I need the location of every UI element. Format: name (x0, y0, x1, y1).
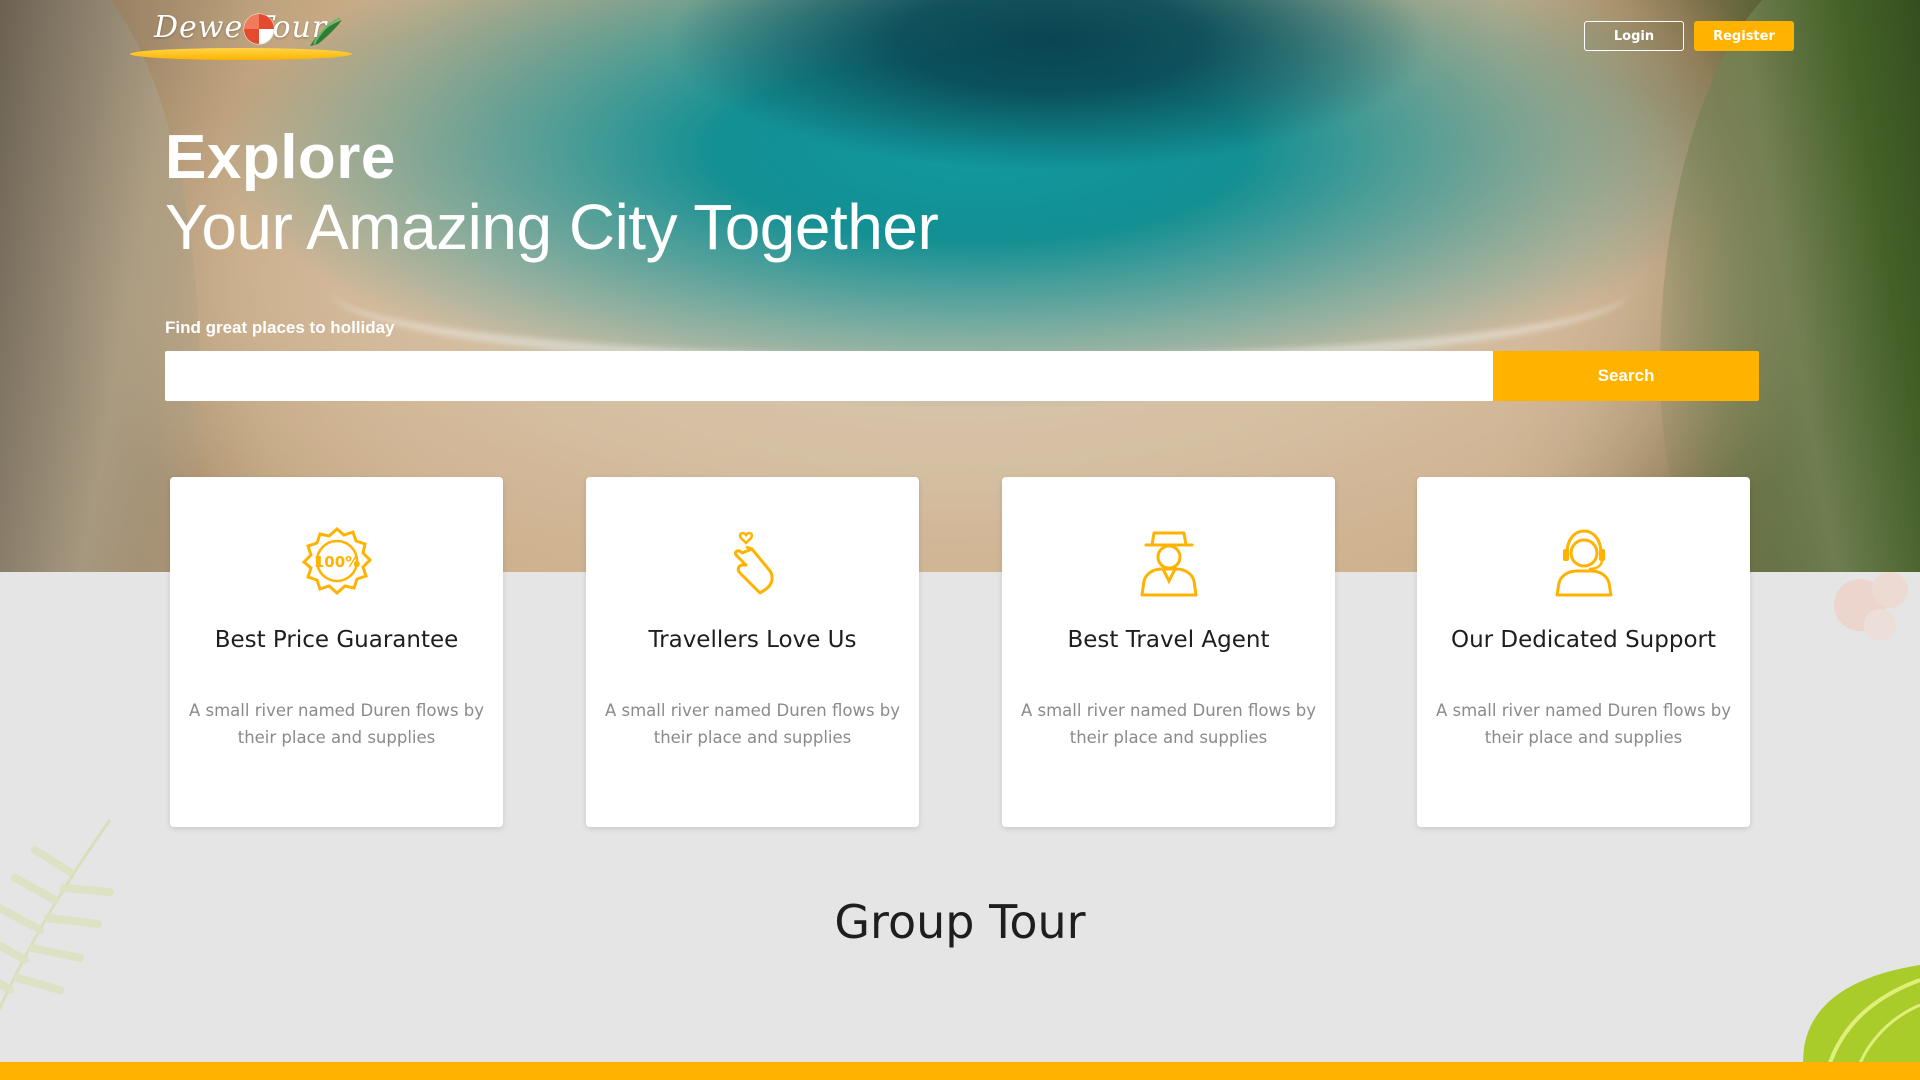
hibiscus-decor-icon (1834, 572, 1908, 641)
feature-card-love: Travellers Love Us A small river named D… (586, 477, 919, 827)
hero-headline-bold: Explore (165, 123, 396, 192)
feature-title: Best Price Guarantee (214, 627, 459, 653)
search-button[interactable]: Search (1493, 351, 1759, 401)
palm-leaf-icon (310, 17, 342, 46)
search-label: Find great places to holliday (165, 318, 395, 337)
section-accent-bar (0, 1062, 1920, 1080)
register-button[interactable]: Register (1694, 21, 1794, 51)
headset-support-icon (1555, 529, 1613, 597)
feature-card-agent: Best Travel Agent A small river named Du… (1002, 477, 1335, 827)
logo-island-icon (130, 48, 352, 60)
feature-description: A small river named Duren flows by their… (1020, 701, 1317, 747)
feature-card-price: 100% Best Price Guarantee A small river … (170, 477, 503, 827)
price-badge-100-icon: 100% (301, 527, 373, 595)
finger-heart-icon (734, 531, 774, 595)
feature-description: A small river named Duren flows by their… (1435, 701, 1732, 747)
feature-description: A small river named Duren flows by their… (604, 701, 901, 747)
search-input[interactable] (165, 351, 1493, 401)
feature-title: Our Dedicated Support (1450, 627, 1717, 653)
login-button[interactable]: Login (1584, 21, 1684, 51)
section-title-group-tour: Group Tour (834, 895, 1086, 949)
svg-text:100%: 100% (314, 553, 360, 571)
feature-description: A small river named Duren flows by their… (188, 701, 485, 747)
logo-text: Dewe Tour (154, 10, 328, 45)
feature-title: Travellers Love Us (648, 627, 857, 653)
hero-headline-light: Your Amazing City Together (165, 191, 939, 263)
brand-logo[interactable]: Dewe Tour (130, 6, 352, 60)
beach-ball-icon (243, 13, 275, 45)
feature-card-support: Our Dedicated Support A small river name… (1417, 477, 1750, 827)
feature-title: Best Travel Agent (1067, 627, 1270, 653)
travel-agent-icon (1140, 531, 1198, 597)
